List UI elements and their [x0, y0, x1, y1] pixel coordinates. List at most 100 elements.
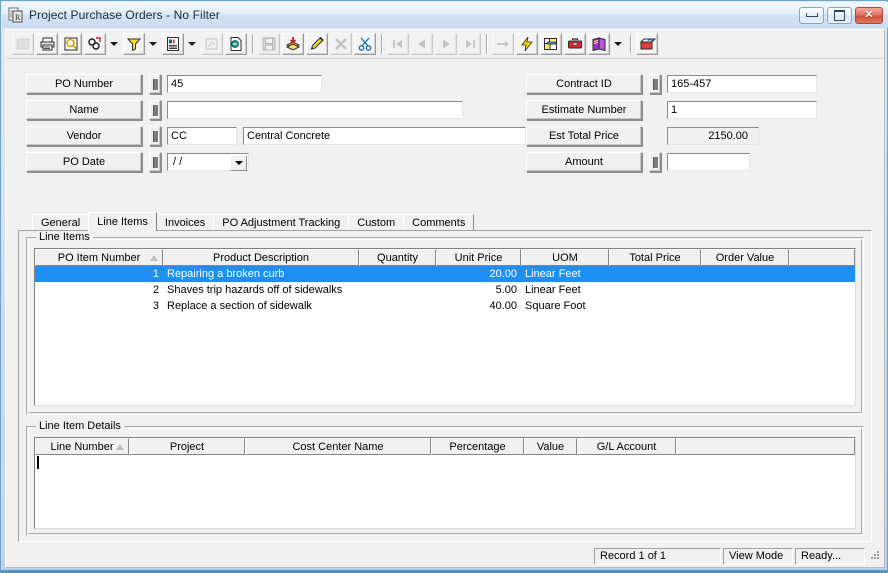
report-dropdown[interactable]	[185, 33, 198, 55]
contract-id-input[interactable]: 165-457	[667, 75, 817, 93]
line-item-details-grid-header: Line Number Project Cost Center Name Per…	[35, 438, 855, 455]
first-record-icon[interactable]	[387, 33, 409, 55]
tab-po-adjustment-tracking[interactable]: PO Adjustment Tracking	[213, 214, 350, 231]
help-book-icon[interactable]	[588, 33, 610, 55]
find-icon[interactable]	[84, 33, 106, 55]
previous-record-icon[interactable]	[411, 33, 433, 55]
status-mode: View Mode	[723, 547, 793, 565]
vendor-name-input[interactable]: Central Concrete	[243, 127, 526, 145]
cell-product-description: Repairing a broken curb	[167, 268, 285, 280]
est-total-price-label[interactable]: Est Total Price	[526, 126, 642, 146]
column-header-line-number[interactable]: Line Number	[35, 438, 129, 455]
po-date-lookup-button[interactable]	[149, 152, 161, 172]
application-window: R Project Purchase Orders - No Filter ✕	[0, 0, 888, 573]
help-dropdown[interactable]	[611, 33, 624, 55]
maximize-button[interactable]	[827, 6, 852, 24]
table-row[interactable]: 1 Repairing a broken curb 20.00 Linear F…	[35, 266, 855, 282]
po-number-input[interactable]: 45	[167, 75, 322, 93]
column-header-uom[interactable]: UOM	[521, 249, 609, 266]
select-all-icon[interactable]	[12, 33, 34, 55]
document-grid-icon: R	[8, 7, 24, 23]
line-items-grid-body: 1 Repairing a broken curb 20.00 Linear F…	[35, 266, 855, 314]
last-record-icon[interactable]	[459, 33, 481, 55]
tab-bar: General Line Items Invoices PO Adjustmen…	[32, 212, 475, 231]
column-header-filler[interactable]	[676, 438, 855, 455]
tab-comments[interactable]: Comments	[403, 214, 475, 231]
column-header-quantity[interactable]: Quantity	[359, 249, 436, 266]
separator-4	[630, 34, 631, 54]
quick-action-icon[interactable]	[516, 33, 538, 55]
minimize-button[interactable]	[799, 6, 824, 24]
exit-icon[interactable]	[636, 33, 658, 55]
cell-product-description: Replace a section of sidewalk	[167, 300, 312, 312]
column-header-value[interactable]: Value	[524, 438, 577, 455]
header-form: PO Number 45 Name Vendor CC Central Conc…	[6, 59, 884, 209]
title-bar[interactable]: R Project Purchase Orders - No Filter ✕	[2, 2, 888, 28]
amount-label[interactable]: Amount	[526, 152, 642, 172]
cell-total-price	[609, 298, 701, 314]
column-header-total-price[interactable]: Total Price	[609, 249, 701, 266]
po-number-lookup-button[interactable]	[149, 74, 161, 94]
chevron-down-icon[interactable]	[230, 155, 247, 171]
delete-record-icon[interactable]	[330, 33, 352, 55]
column-label: UOM	[552, 251, 578, 264]
column-header-order-value[interactable]: Order Value	[701, 249, 789, 266]
column-header-filler[interactable]	[789, 249, 855, 266]
name-label[interactable]: Name	[26, 100, 142, 120]
new-record-icon[interactable]	[282, 33, 304, 55]
cell-po-item-number: 3	[152, 300, 159, 312]
vendor-label[interactable]: Vendor	[26, 126, 142, 146]
column-label: Total Price	[629, 251, 681, 264]
layout-icon[interactable]	[540, 33, 562, 55]
find-dropdown[interactable]	[107, 33, 120, 55]
close-button[interactable]: ✕	[855, 6, 883, 24]
po-date-label[interactable]: PO Date	[26, 152, 142, 172]
filter-dropdown[interactable]	[146, 33, 159, 55]
column-header-cost-center-name[interactable]: Cost Center Name	[245, 438, 431, 455]
column-header-gl-account[interactable]: G/L Account	[577, 438, 676, 455]
line-items-grid[interactable]: PO Item Number Product Description Quant…	[34, 248, 856, 406]
print-preview-icon[interactable]	[60, 33, 82, 55]
estimate-number-label[interactable]: Estimate Number	[526, 100, 642, 120]
export-icon[interactable]	[225, 33, 247, 55]
table-row[interactable]: 2 Shaves trip hazards off of sidewalks 5…	[35, 282, 855, 298]
tab-line-items[interactable]: Line Items	[88, 212, 157, 231]
properties-icon[interactable]	[201, 33, 223, 55]
name-input[interactable]	[167, 101, 463, 119]
print-icon[interactable]	[36, 33, 58, 55]
goto-record-icon[interactable]	[492, 33, 514, 55]
po-date-combo[interactable]: / /	[167, 153, 249, 171]
filter-icon[interactable]	[123, 33, 145, 55]
amount-lookup-button[interactable]	[649, 152, 661, 172]
tab-label: Custom	[357, 217, 396, 229]
table-row[interactable]: 3 Replace a section of sidewalk 40.00 Sq…	[35, 298, 855, 314]
tab-general[interactable]: General	[32, 214, 90, 231]
edit-record-icon[interactable]	[306, 33, 328, 55]
next-record-icon[interactable]	[435, 33, 457, 55]
column-header-percentage[interactable]: Percentage	[431, 438, 524, 455]
tab-custom[interactable]: Custom	[348, 214, 405, 231]
cut-icon[interactable]	[354, 33, 376, 55]
line-item-details-grid[interactable]: Line Number Project Cost Center Name Per…	[34, 437, 856, 529]
cell-quantity	[359, 298, 436, 314]
contract-id-label[interactable]: Contract ID	[526, 74, 642, 94]
column-header-po-item-number[interactable]: PO Item Number	[35, 249, 163, 266]
po-number-label[interactable]: PO Number	[26, 74, 142, 94]
vendor-lookup-button[interactable]	[149, 126, 161, 146]
column-label: Cost Center Name	[292, 440, 384, 453]
column-header-unit-price[interactable]: Unit Price	[436, 249, 521, 266]
column-header-product-description[interactable]: Product Description	[163, 249, 359, 266]
sort-ascending-icon	[116, 444, 124, 450]
vendor-code-input[interactable]: CC	[167, 127, 237, 145]
name-lookup-button[interactable]	[149, 100, 161, 120]
column-header-project[interactable]: Project	[129, 438, 245, 455]
cell-unit-price: 40.00	[489, 300, 517, 312]
save-icon[interactable]	[258, 33, 280, 55]
estimate-number-input[interactable]: 1	[667, 101, 817, 119]
contract-id-lookup-button[interactable]	[649, 74, 661, 94]
toolbox-icon[interactable]	[564, 33, 586, 55]
resize-grip[interactable]	[867, 549, 881, 563]
report-icon[interactable]	[162, 33, 184, 55]
tab-invoices[interactable]: Invoices	[155, 214, 215, 231]
amount-input[interactable]	[667, 153, 750, 171]
